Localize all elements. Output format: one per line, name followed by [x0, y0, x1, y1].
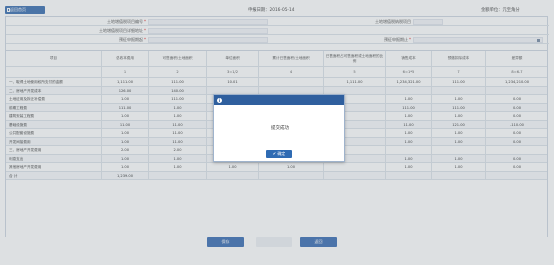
dialog-header: i [214, 95, 344, 105]
info-icon: i [217, 97, 222, 103]
success-dialog: i 提交成功 ✔ 确定 [213, 94, 345, 162]
dialog-message: 提交成功 [271, 126, 289, 131]
confirm-button[interactable]: ✔ 确定 [266, 150, 292, 158]
